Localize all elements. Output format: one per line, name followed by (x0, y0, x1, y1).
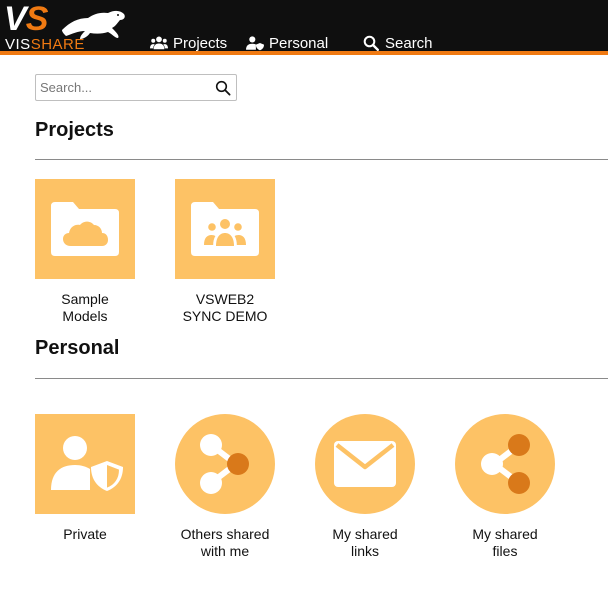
nav-search[interactable]: Search (362, 33, 433, 53)
tile-label: Others shared with me (180, 526, 270, 559)
tile-label: My shared links (332, 526, 398, 559)
logo-wordmark: VISSHARE (5, 36, 85, 53)
top-navigation-bar: VS VISSHARE Projects Personal Search (0, 0, 608, 55)
tile-others-shared-with-me[interactable]: Others shared with me (175, 414, 275, 560)
tile-label: VSWEB2 SYNC DEMO (182, 291, 268, 324)
tile-box (175, 179, 275, 279)
nav-projects-label: Projects (173, 34, 228, 52)
envelope-icon (334, 441, 396, 487)
cloud-folder-icon (51, 202, 119, 256)
share-outgoing-icon (481, 434, 530, 494)
tile-box (35, 179, 135, 279)
tile-box (455, 414, 555, 514)
personal-heading: Personal (35, 337, 120, 359)
search-field (35, 74, 237, 101)
group-folder-icon (191, 202, 259, 256)
logo-monogram: VS (4, 0, 48, 38)
tile-label: My shared files (472, 526, 538, 559)
projects-heading: Projects (35, 119, 114, 141)
tile-label: Sample Models (61, 291, 109, 324)
tile-my-shared-files[interactable]: My shared files (455, 414, 555, 560)
tile-box (315, 414, 415, 514)
tile-box (175, 414, 275, 514)
nav-personal[interactable]: Personal (246, 33, 328, 53)
nav-personal-label: Personal (269, 34, 329, 52)
personal-divider (35, 378, 608, 379)
nav-projects[interactable]: Projects (150, 33, 227, 53)
tile-sample-models[interactable]: Sample Models (35, 179, 135, 325)
share-incoming-icon (200, 434, 249, 494)
users-icon (150, 36, 168, 50)
projects-divider (35, 159, 608, 160)
search-icon (363, 35, 380, 51)
user-shield-icon (51, 436, 123, 491)
tile-private[interactable]: Private (35, 414, 135, 543)
search-input[interactable] (40, 78, 210, 97)
nav-search-label: Search (385, 34, 433, 52)
tile-my-shared-links[interactable]: My shared links (315, 414, 415, 560)
user-shield-icon (246, 36, 264, 51)
search-icon[interactable] (215, 80, 231, 96)
tile-vsweb2-sync-demo[interactable]: VSWEB2 SYNC DEMO (175, 179, 275, 325)
tile-box (35, 414, 135, 514)
visshare-logo[interactable]: VS VISSHARE (4, 0, 130, 53)
tile-label: Private (63, 526, 107, 542)
